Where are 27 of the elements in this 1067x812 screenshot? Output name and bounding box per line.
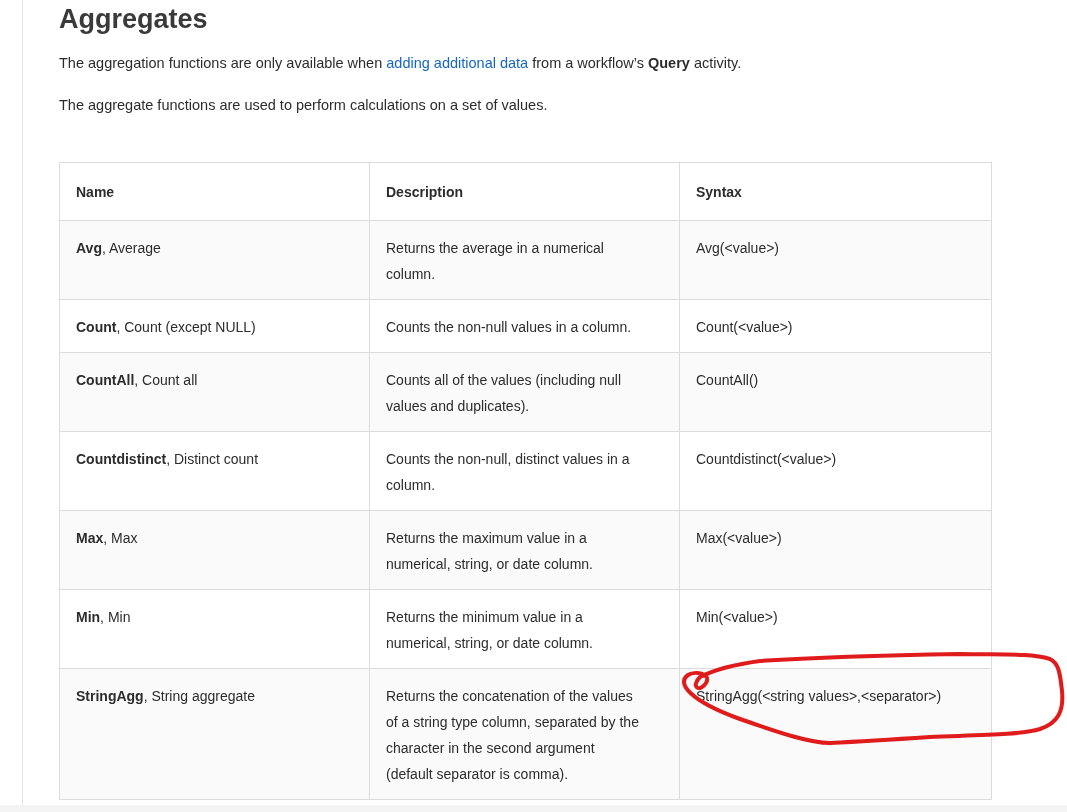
table-cell: Counts the non-null, distinct values in a column.: [369, 431, 680, 511]
table-cell: Max, Max: [59, 510, 370, 590]
table-cell: Countdistinct, Distinct count: [59, 431, 370, 511]
table-cell: Returns the concatenation of the values of a string type column, separated by the character in the second argument (default separator is comma).: [369, 668, 680, 800]
page-heading: Aggregates: [59, 3, 209, 36]
table-cell: Returns the minimum value in a numerical, string, or date column.: [369, 589, 680, 669]
table-cell: Min(<value>): [679, 589, 992, 669]
table-cell: StringAgg, String aggregate: [59, 668, 370, 800]
table-cell: Counts all of the values (including null values and duplicates).: [369, 352, 680, 432]
description-paragraph: The aggregate functions are used to perform calculations on a set of values.: [59, 96, 549, 115]
table-cell: CountAll, Count all: [59, 352, 370, 432]
table-cell: Max(<value>): [679, 510, 992, 590]
table-cell: Returns the maximum value in a numerical, string, or date column.: [369, 510, 680, 590]
table-cell: Count(<value>): [679, 299, 992, 353]
column-header: Name: [59, 162, 370, 221]
table-cell: Countdistinct(<value>): [679, 431, 992, 511]
column-header: Syntax: [679, 162, 992, 221]
table-cell: Avg, Average: [59, 220, 370, 300]
table-cell: Min, Min: [59, 589, 370, 669]
column-header: Description: [369, 162, 680, 221]
table-cell: Counts the non-null values in a column.: [369, 299, 680, 353]
table-cell: CountAll(): [679, 352, 992, 432]
adding-data-link[interactable]: adding additional data: [386, 55, 529, 71]
intro-paragraph: The aggregation functions are only available when adding additional data from a workflow’s Query activity.: [59, 54, 743, 73]
table-cell: Returns the average in a numerical column.: [369, 220, 680, 300]
table-cell: Count, Count (except NULL): [59, 299, 370, 353]
table-cell: Avg(<value>): [679, 220, 992, 300]
